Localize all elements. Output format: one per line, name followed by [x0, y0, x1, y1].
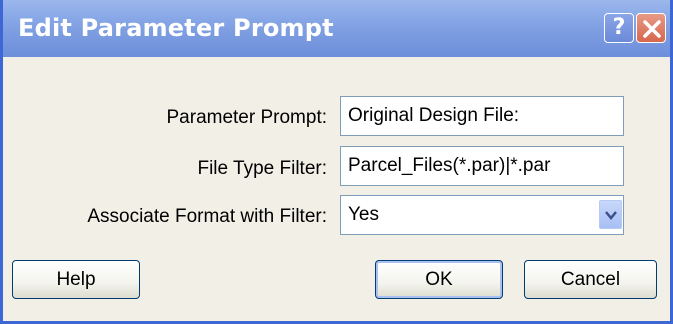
parameter-prompt-label: Parameter Prompt: — [166, 107, 328, 128]
help-titlebar-button[interactable]: ? — [604, 13, 634, 43]
associate-format-select[interactable]: Yes — [340, 195, 624, 235]
close-icon — [643, 20, 661, 38]
file-type-filter-label: File Type Filter: — [197, 158, 327, 179]
close-button[interactable] — [636, 13, 666, 43]
chevron-down-icon — [605, 211, 617, 220]
dialog-title: Edit Parameter Prompt — [18, 14, 334, 42]
associate-format-label: Associate Format with Filter: — [87, 206, 327, 227]
title-bar[interactable]: Edit Parameter Prompt ? — [3, 0, 670, 57]
parameter-prompt-input[interactable] — [340, 96, 624, 136]
associate-format-value: Yes — [348, 204, 379, 225]
dropdown-button[interactable] — [599, 200, 622, 229]
cancel-button[interactable]: Cancel — [524, 260, 657, 299]
ok-button[interactable]: OK — [375, 260, 503, 299]
help-button[interactable]: Help — [12, 260, 140, 299]
question-mark-icon: ? — [612, 15, 626, 40]
file-type-filter-input[interactable] — [340, 146, 624, 186]
dialog-window: Edit Parameter Prompt ? Parameter Prompt… — [0, 0, 673, 324]
